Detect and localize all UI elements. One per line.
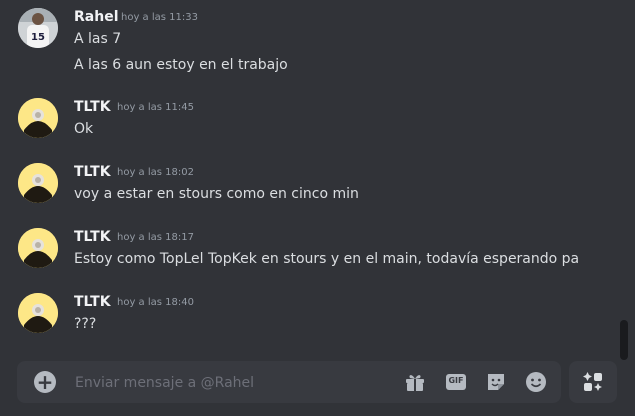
author-name[interactable]: TLTK (74, 99, 111, 115)
message-group: TLTK hoy a las 18:40 ??? (0, 285, 620, 345)
message-timestamp: hoy a las 11:45 (117, 102, 194, 113)
author-name[interactable]: TLTK (74, 164, 111, 180)
avatar[interactable] (18, 293, 58, 333)
hooded-figure-avatar-icon (18, 98, 58, 138)
author-name[interactable]: TLTK (74, 229, 111, 245)
message-group: TLTK hoy a las 18:02 voy a estar en stou… (0, 155, 620, 215)
message-text: A las 7 (74, 31, 122, 47)
svg-text:15: 15 (31, 32, 45, 43)
smiley-face-icon (526, 372, 546, 392)
apps-button[interactable] (569, 361, 617, 403)
emoji-button[interactable] (525, 371, 547, 393)
message-text: voy a estar en stours como en cinco min (74, 186, 359, 202)
gift-icon (406, 375, 424, 391)
message-group: TLTK hoy a las 11:45 Ok (0, 90, 620, 150)
gif-button[interactable]: GIF (445, 371, 467, 393)
avatar[interactable]: 15 (18, 8, 58, 48)
add-attachment-button[interactable]: + (34, 371, 56, 393)
author-name[interactable]: Rahel (74, 9, 119, 25)
message-composer: + GIF (17, 361, 561, 405)
gift-button[interactable] (404, 371, 426, 393)
avatar[interactable] (18, 163, 58, 203)
message-input[interactable] (73, 361, 377, 405)
hooded-figure-avatar-icon (18, 293, 58, 333)
message-group: TLTK hoy a las 18:17 Estoy como TopLel T… (0, 220, 620, 280)
message-text: A las 6 aun estoy en el trabajo (74, 57, 288, 73)
sticker-button[interactable] (485, 371, 507, 393)
avatar[interactable] (18, 228, 58, 268)
hooded-figure-avatar-icon (18, 228, 58, 268)
sticker-icon (488, 374, 504, 390)
message-text: ??? (74, 316, 97, 332)
apps-icon (583, 372, 602, 391)
message-text: Estoy como TopLel TopKek en stours y en … (74, 251, 580, 267)
hooded-figure-avatar-icon (18, 163, 58, 203)
message-group: 15 Rahel hoy a las 11:33 A las 7 A las 6… (0, 0, 620, 85)
message-timestamp: hoy a las 18:17 (117, 232, 194, 243)
message-text: Ok (74, 121, 94, 137)
message-timestamp: hoy a las 18:02 (117, 167, 194, 178)
plus-icon: + (36, 370, 54, 394)
gif-label: GIF (448, 376, 464, 385)
user-photo-avatar-icon: 15 (18, 8, 58, 48)
scrollbar-thumb[interactable] (620, 320, 628, 360)
message-timestamp: hoy a las 11:33 (121, 12, 198, 23)
avatar[interactable] (18, 98, 58, 138)
message-list: 15 Rahel hoy a las 11:33 A las 7 A las 6… (0, 0, 635, 355)
message-timestamp: hoy a las 18:40 (117, 297, 194, 308)
author-name[interactable]: TLTK (74, 294, 111, 310)
